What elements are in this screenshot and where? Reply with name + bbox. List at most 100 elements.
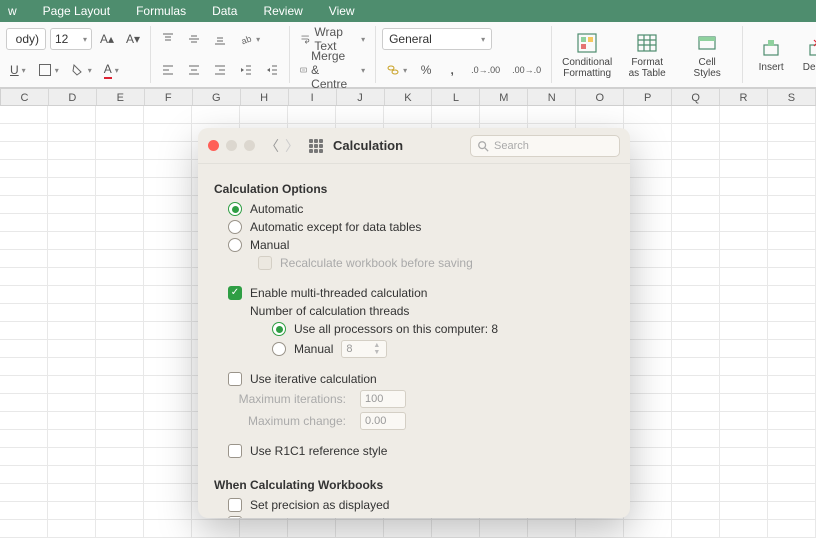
conditional-formatting-icon bbox=[575, 31, 599, 55]
menu-item[interactable]: View bbox=[329, 4, 355, 18]
menu-item[interactable]: Data bbox=[212, 4, 237, 18]
search-placeholder: Search bbox=[494, 140, 529, 152]
column-headers: C D E F G H I J K L M N O P Q R S bbox=[0, 88, 816, 106]
checkbox-icon bbox=[228, 498, 242, 512]
dialog-body: Calculation Options Automatic Automatic … bbox=[198, 164, 630, 518]
window-controls bbox=[208, 140, 255, 151]
col-header[interactable]: Q bbox=[672, 89, 720, 105]
font-size-combo[interactable]: 12▾ bbox=[50, 28, 92, 50]
col-header[interactable]: C bbox=[1, 89, 49, 105]
font-color-button[interactable]: A bbox=[100, 59, 123, 81]
checkbox-icon bbox=[228, 444, 242, 458]
comma-button[interactable]: , bbox=[441, 59, 463, 81]
col-header[interactable]: K bbox=[385, 89, 433, 105]
align-bottom-icon[interactable] bbox=[209, 28, 231, 50]
delete-button[interactable]: Delete bbox=[795, 36, 816, 73]
col-header[interactable]: F bbox=[145, 89, 193, 105]
option-precision[interactable]: Set precision as displayed bbox=[228, 498, 614, 512]
cell-styles-button[interactable]: Cell Styles bbox=[678, 31, 736, 79]
col-header[interactable]: D bbox=[49, 89, 97, 105]
search-icon bbox=[477, 140, 489, 152]
col-header[interactable]: L bbox=[432, 89, 480, 105]
merge-centre-button[interactable]: Merge & Centre bbox=[296, 59, 369, 81]
col-header[interactable]: M bbox=[480, 89, 528, 105]
delete-icon bbox=[805, 36, 816, 60]
max-iterations-row: Maximum iterations: bbox=[228, 390, 614, 408]
svg-text:ab: ab bbox=[240, 34, 253, 46]
number-format-combo[interactable]: General ▾ bbox=[382, 28, 492, 50]
fill-color-button[interactable] bbox=[67, 59, 96, 81]
radio-icon bbox=[272, 342, 286, 356]
align-left-icon[interactable] bbox=[157, 59, 179, 81]
orientation-button[interactable]: ab bbox=[235, 28, 264, 50]
threads-stepper: ▲▼ bbox=[341, 340, 387, 358]
menu-item[interactable]: Formulas bbox=[136, 4, 186, 18]
col-header[interactable]: P bbox=[624, 89, 672, 105]
col-header[interactable]: O bbox=[576, 89, 624, 105]
menu-item[interactable]: w bbox=[8, 4, 17, 18]
align-top-icon[interactable] bbox=[157, 28, 179, 50]
align-right-icon[interactable] bbox=[209, 59, 231, 81]
delete-label: Delete bbox=[803, 62, 816, 73]
close-window-button[interactable] bbox=[208, 140, 219, 151]
menu-item[interactable]: Page Layout bbox=[43, 4, 110, 18]
percent-button[interactable]: % bbox=[415, 59, 437, 81]
underline-button[interactable]: U bbox=[6, 59, 30, 81]
option-label: Set precision as displayed bbox=[250, 498, 389, 512]
forward-button[interactable]: 〉 bbox=[285, 136, 299, 156]
radio-icon bbox=[228, 202, 242, 216]
col-header[interactable]: G bbox=[193, 89, 241, 105]
wrap-text-button[interactable]: Wrap Text bbox=[296, 28, 369, 50]
option-1904[interactable]: Use 1904 date system bbox=[228, 516, 614, 518]
preferences-search[interactable]: Search bbox=[470, 135, 620, 157]
col-header[interactable]: E bbox=[97, 89, 145, 105]
max-iterations-input bbox=[360, 390, 406, 408]
insert-label: Insert bbox=[759, 62, 784, 73]
max-change-label: Maximum change: bbox=[228, 414, 346, 428]
col-header[interactable]: R bbox=[720, 89, 768, 105]
col-header[interactable]: N bbox=[528, 89, 576, 105]
option-manual-threads[interactable]: Manual ▲▼ bbox=[272, 340, 614, 358]
radio-icon bbox=[228, 238, 242, 252]
insert-button[interactable]: Insert bbox=[749, 36, 793, 73]
format-as-table-button[interactable]: Format as Table bbox=[618, 31, 676, 79]
menu-item[interactable]: Review bbox=[263, 4, 302, 18]
option-auto-except[interactable]: Automatic except for data tables bbox=[228, 220, 614, 234]
option-r1c1[interactable]: Use R1C1 reference style bbox=[228, 444, 614, 458]
border-button[interactable] bbox=[34, 59, 63, 81]
increase-decimal-icon[interactable]: .0→.00 bbox=[467, 59, 504, 81]
ribbon-font-group: ody) 12▾ A▴ A▾ U A bbox=[6, 26, 151, 83]
ribbon-styles-group: Conditional Formatting Format as Table C… bbox=[558, 26, 743, 83]
dialog-title: Calculation bbox=[333, 138, 403, 153]
col-header[interactable]: I bbox=[289, 89, 337, 105]
option-use-all-processors[interactable]: Use all processors on this computer: 8 bbox=[272, 322, 614, 336]
align-center-icon[interactable] bbox=[183, 59, 205, 81]
font-name-combo[interactable]: ody) bbox=[6, 28, 46, 50]
col-header[interactable]: S bbox=[768, 89, 816, 105]
ribbon-cells-group: Insert Delete Format bbox=[749, 26, 816, 83]
col-header[interactable]: H bbox=[241, 89, 289, 105]
decrease-decimal-icon[interactable]: .00→.0 bbox=[508, 59, 545, 81]
option-manual[interactable]: Manual bbox=[228, 238, 614, 252]
option-label: Enable multi-threaded calculation bbox=[250, 286, 427, 300]
col-header[interactable]: J bbox=[337, 89, 385, 105]
app-menubar: w Page Layout Formulas Data Review View bbox=[0, 0, 816, 22]
option-label: Number of calculation threads bbox=[250, 304, 409, 318]
option-automatic[interactable]: Automatic bbox=[228, 202, 614, 216]
format-as-table-icon bbox=[635, 31, 659, 55]
conditional-formatting-button[interactable]: Conditional Formatting bbox=[558, 31, 616, 79]
radio-icon bbox=[272, 322, 286, 336]
back-button[interactable]: 〈 bbox=[265, 136, 279, 156]
currency-button[interactable] bbox=[382, 59, 411, 81]
decrease-indent-icon[interactable] bbox=[235, 59, 257, 81]
show-all-icon[interactable] bbox=[309, 139, 323, 153]
option-multithread[interactable]: Enable multi-threaded calculation bbox=[228, 286, 614, 300]
option-iterative[interactable]: Use iterative calculation bbox=[228, 372, 614, 386]
option-label: Automatic bbox=[250, 202, 303, 216]
option-label: Use 1904 date system bbox=[250, 516, 369, 518]
decrease-font-icon[interactable]: A▾ bbox=[122, 28, 144, 50]
align-middle-icon[interactable] bbox=[183, 28, 205, 50]
increase-font-icon[interactable]: A▴ bbox=[96, 28, 118, 50]
increase-indent-icon[interactable] bbox=[261, 59, 283, 81]
ribbon-align-group: ab bbox=[157, 26, 290, 83]
